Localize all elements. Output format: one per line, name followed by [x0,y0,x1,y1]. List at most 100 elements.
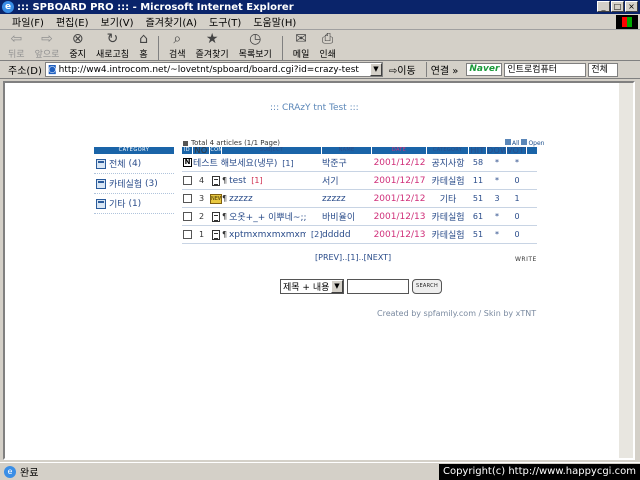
attachment-icon: ¶ [222,230,227,239]
naver-logo[interactable]: Naver [466,63,503,76]
mail-button[interactable]: ✉ 메일 [293,31,310,60]
attachment-icon: ¶ [222,176,228,185]
article-subject[interactable]: 테스트 해보세요(냉무) [1] [193,156,322,169]
col-category: CATEGORY [427,147,469,154]
article-date: 2001/12/12 [373,193,426,204]
article-subject[interactable]: ¶ test [1] [222,176,322,186]
address-input[interactable]: ◙ http://ww4.introcom.net/~lovetnt/spboa… [44,62,383,77]
board-search-input[interactable] [347,279,409,294]
table-header: ID NO ICON SUBJECT NAME DATE CATEGORY HI… [182,147,537,154]
vertical-scrollbar[interactable] [619,83,633,458]
menu-edit[interactable]: 편집(E) [56,14,89,29]
col-no: NO [193,147,210,154]
links-button[interactable]: 연결 » [425,62,458,77]
article-subject[interactable]: ¶ 오옷+_+ 이뿌네~;; [222,210,322,223]
print-button[interactable]: ⎙ 인쇄 [319,31,336,60]
article-category: 기타 [439,195,457,205]
document-icon [212,211,220,222]
favorites-icon: ★ [205,31,219,47]
article-subject[interactable]: ¶ zzzzz [222,194,322,204]
close-button[interactable]: × [625,1,638,12]
document-icon [212,229,220,240]
article-author[interactable]: 바비율이 [322,210,372,223]
view-options: All Open [505,139,544,147]
back-button[interactable]: ⇦ 뒤로 [8,31,25,60]
toolbar-separator [281,36,283,60]
address-url: http://ww4.introcom.net/~lovetnt/spboard… [58,64,359,75]
maximize-button[interactable]: □ [611,1,624,12]
category-item-all[interactable]: 전체 (4) [94,154,174,174]
menu-help[interactable]: 도움말(H) [253,14,296,29]
article-hit: 51 [472,230,484,239]
view-open-link[interactable]: Open [521,139,544,147]
refresh-icon: ↻ [106,31,119,47]
article-date: 2001/12/13 [373,229,426,240]
refresh-button[interactable]: ↻ 새로고침 [96,31,129,60]
article-date: 2001/12/17 [373,175,426,186]
status-bar: e 완료 Copyright(c) http://www.happycgi.co… [0,462,640,480]
menu-file[interactable]: 파일(F) [12,14,44,29]
address-dropdown-button[interactable]: ▼ [369,63,382,76]
page-content: ::: CRAzY tnt Test ::: CATEGORY 전체 (4) 카… [3,81,635,460]
col-subject: SUBJECT [222,147,322,154]
table-row: 4 ¶ test [1] 서기 2001/12/17 카테실험 11 * 0 [182,172,537,190]
col-vote: VOTE [507,147,527,154]
menu-favorites[interactable]: 즐겨찾기(A) [146,14,197,29]
write-button[interactable]: WRITE [515,256,537,263]
row-checkbox[interactable] [183,194,192,203]
article-subject[interactable]: ¶ xptmxmxmxmxm [2] [222,230,322,240]
article-author[interactable]: 박준구 [322,156,372,169]
status-text: 완료 [20,468,39,479]
view-all-link[interactable]: All [505,139,519,147]
chevron-down-icon[interactable]: ▼ [331,280,343,293]
article-author[interactable]: ddddd [322,230,372,240]
row-checkbox[interactable] [183,212,192,221]
row-checkbox[interactable] [183,230,192,239]
board-search: 제목 + 내용 ▼ SEARCH [280,279,442,294]
row-checkbox[interactable] [183,176,192,185]
category-sidebar: CATEGORY 전체 (4) 카테실험 (3) 기타 (1) [94,147,174,214]
article-count: Total 4 articles (1/1 Page) [183,139,280,147]
board-title: ::: CRAzY tnt Test ::: [270,103,359,113]
article-down: 3 [494,194,500,203]
col-id: ID [182,147,193,154]
search-button[interactable]: ⌕ 검색 [169,31,186,60]
print-icon: ⎙ [322,31,334,47]
article-no: 3 [198,194,205,203]
home-button[interactable]: ⌂ 홈 [139,31,148,60]
col-date: DATE [372,147,427,154]
table-row: N 테스트 해보세요(냉무) [1] 박준구 2001/12/12 공지사항 5… [182,154,537,172]
category-item-test[interactable]: 카테실험 (3) [94,174,174,194]
credits: Created by spfamily.com / Skin by xTNT [377,309,537,318]
article-author[interactable]: zzzzz [322,194,372,204]
article-category: 공지사항 [431,159,465,169]
window-controls: _ □ × [597,1,638,12]
article-author[interactable]: 서기 [322,174,372,187]
favorites-button[interactable]: ★ 즐겨찾기 [196,31,229,60]
stop-button[interactable]: ⊗ 중지 [69,31,86,60]
col-icon: ICON [210,147,222,154]
menu-tools[interactable]: 도구(T) [209,14,241,29]
article-down: * [495,158,499,167]
menu-view[interactable]: 보기(V) [101,14,134,29]
category-item-etc[interactable]: 기타 (1) [94,194,174,214]
article-hit: 51 [472,194,484,203]
back-arrow-icon: ⇦ [10,31,23,47]
go-button[interactable]: ⇨이동 [389,62,416,77]
home-icon: ⌂ [139,31,148,47]
table-row: 3 NEW ¶ zzzzz zzzzz 2001/12/12 기타 51 3 1 [182,190,537,208]
minimize-button[interactable]: _ [597,1,610,12]
article-no: 2 [198,212,205,221]
board-search-button[interactable]: SEARCH [412,279,442,294]
pagination[interactable]: [PREV]..[1]..[NEXT] [315,253,391,262]
naver-search-input[interactable]: 인트로컴퓨터 [504,62,587,77]
article-date: 2001/12/12 [373,157,426,168]
article-hit: 11 [472,176,484,185]
notice-icon: N [183,158,192,167]
search-field-select[interactable]: 제목 + 내용 ▼ [280,279,344,294]
forward-button[interactable]: ⇨ 앞으로 [35,31,60,60]
naver-scope-select[interactable]: 전체 [588,62,619,77]
attachment-icon: ¶ [222,194,228,203]
history-button[interactable]: ◷ 목록보기 [239,31,272,60]
article-no: 4 [198,176,205,185]
